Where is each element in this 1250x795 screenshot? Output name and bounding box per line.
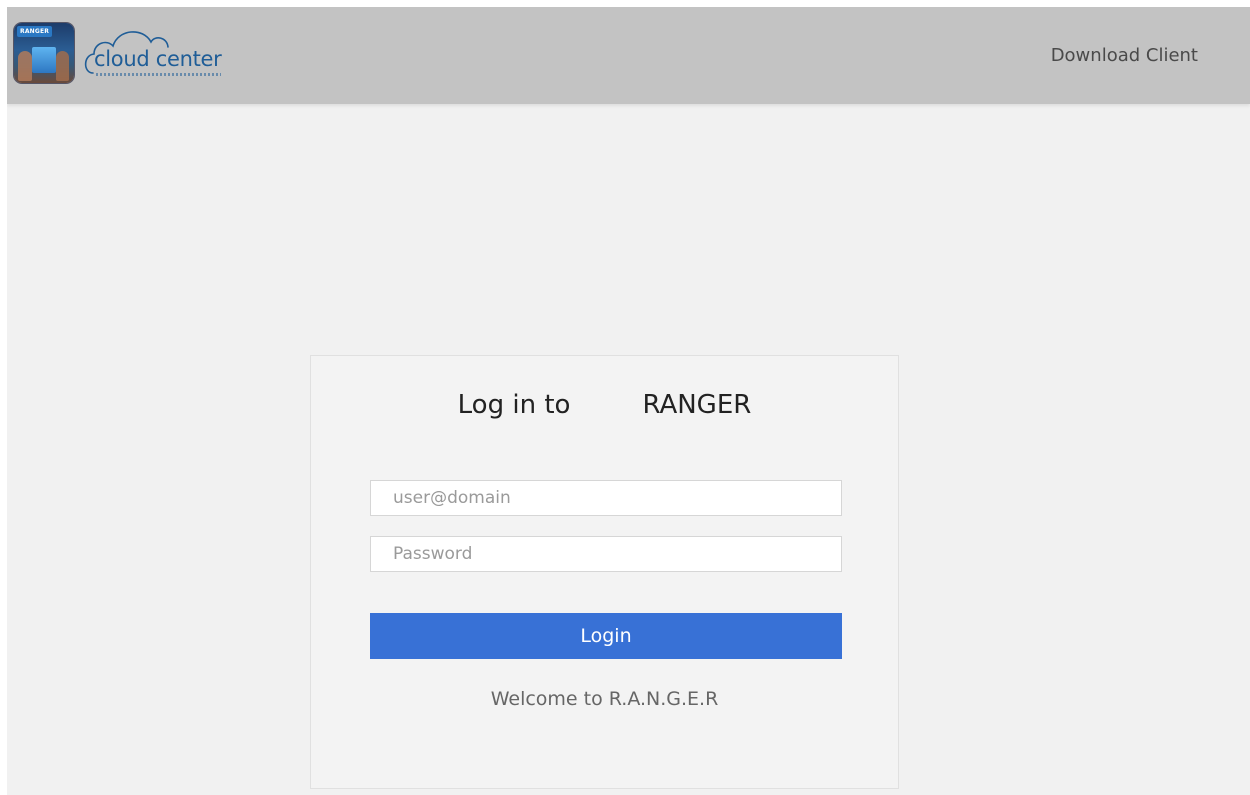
- person-left-graphic: [18, 51, 32, 81]
- login-title-brand: RANGER: [642, 390, 752, 420]
- logo-tagline: [96, 73, 221, 76]
- password-input[interactable]: [370, 536, 842, 572]
- download-client-link[interactable]: Download Client: [1051, 45, 1198, 66]
- person-right-graphic: [56, 51, 69, 81]
- screen-graphic: [32, 47, 56, 73]
- ranger-badge: RANGER: [17, 26, 53, 37]
- cloud-center-logo[interactable]: cloud center: [81, 21, 231, 87]
- top-navigation-bar: RANGER cloud center Download Client: [7, 7, 1250, 104]
- login-title: Log in to RANGER: [311, 390, 898, 420]
- page: RANGER cloud center Download Client Log …: [7, 7, 1250, 795]
- ranger-app-icon[interactable]: RANGER: [14, 23, 74, 83]
- logo-wordmark: cloud center: [94, 47, 222, 71]
- login-button[interactable]: Login: [370, 613, 842, 659]
- login-title-prefix: Log in to: [457, 390, 571, 420]
- login-card: Log in to RANGER Login Welcome to R.A.N.G…: [310, 355, 899, 789]
- welcome-message: Welcome to R.A.N.G.E.R: [490, 688, 719, 710]
- username-input[interactable]: [370, 480, 842, 516]
